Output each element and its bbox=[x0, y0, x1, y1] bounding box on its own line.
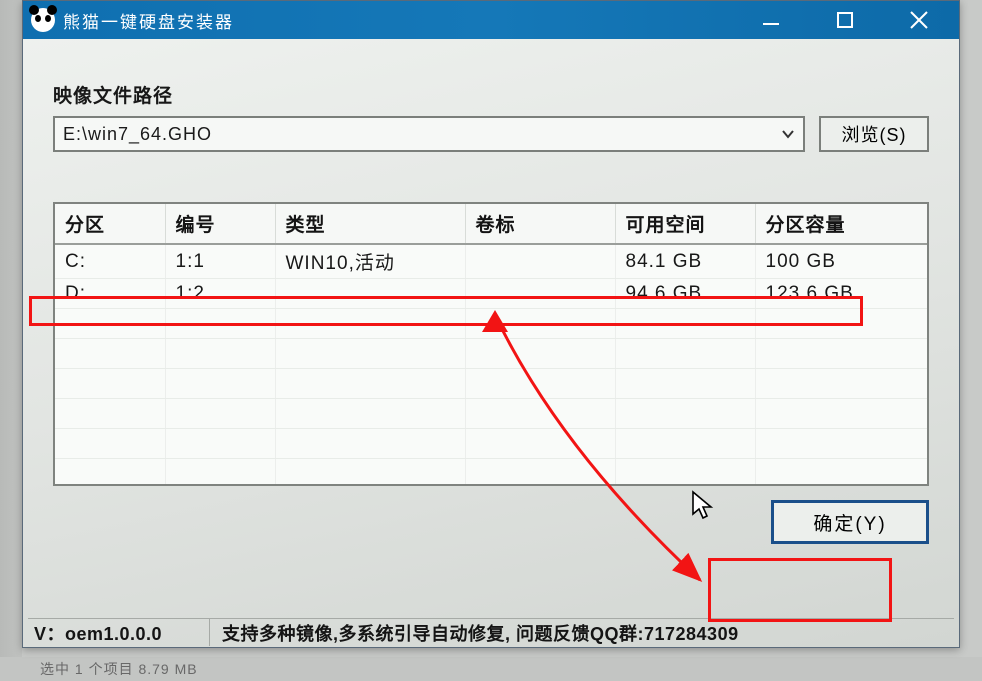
window-body: 映像文件路径 E:\win7_64.GHO 浏览(S) 分区 编号 类型 卷标 bbox=[23, 39, 959, 647]
browse-button[interactable]: 浏览(S) bbox=[819, 116, 929, 152]
cell-type bbox=[275, 279, 465, 309]
panda-icon bbox=[31, 8, 55, 32]
background-statusbar-fragment: 选中 1 个项目 8.79 MB bbox=[0, 657, 982, 681]
chevron-down-icon bbox=[781, 127, 795, 141]
cell-number: 1:2 bbox=[165, 279, 275, 309]
status-version: V：oem1.0.0.0 bbox=[30, 619, 210, 646]
col-volume[interactable]: 卷标 bbox=[465, 204, 615, 244]
statusbar: V：oem1.0.0.0 支持多种镜像,多系统引导自动修复, 问题反馈QQ群:7… bbox=[28, 618, 954, 646]
image-path-dropdown[interactable]: E:\win7_64.GHO bbox=[53, 116, 805, 152]
col-type[interactable]: 类型 bbox=[275, 204, 465, 244]
background-explorer-fragment bbox=[0, 0, 22, 681]
maximize-button[interactable] bbox=[823, 5, 867, 35]
cell-capacity: 123.6 GB bbox=[755, 279, 927, 309]
cell-type: WIN10,活动 bbox=[275, 244, 465, 279]
cell-capacity: 100 GB bbox=[755, 244, 927, 279]
table-row[interactable]: D: 1:2 94.6 GB 123.6 GB bbox=[55, 279, 927, 309]
cell-free: 94.6 GB bbox=[615, 279, 755, 309]
ok-button[interactable]: 确定(Y) bbox=[771, 500, 929, 544]
partition-grid[interactable]: 分区 编号 类型 卷标 可用空间 分区容量 C: 1:1 WIN10,活动 8 bbox=[53, 202, 929, 486]
image-path-value: E:\win7_64.GHO bbox=[63, 124, 212, 145]
window-title: 熊猫一键硬盘安装器 bbox=[63, 8, 749, 33]
minimize-button[interactable] bbox=[749, 5, 793, 35]
cell-free: 84.1 GB bbox=[615, 244, 755, 279]
col-free[interactable]: 可用空间 bbox=[615, 204, 755, 244]
col-capacity[interactable]: 分区容量 bbox=[755, 204, 927, 244]
col-partition[interactable]: 分区 bbox=[55, 204, 165, 244]
installer-window: 熊猫一键硬盘安装器 映像文件路径 E:\win7_64.GHO 浏览(S) bbox=[22, 0, 960, 648]
window-controls bbox=[749, 5, 951, 35]
cell-number: 1:1 bbox=[165, 244, 275, 279]
cell-partition: C: bbox=[55, 244, 165, 279]
cell-partition: D: bbox=[55, 279, 165, 309]
titlebar: 熊猫一键硬盘安装器 bbox=[23, 1, 959, 39]
col-number[interactable]: 编号 bbox=[165, 204, 275, 244]
table-row[interactable]: C: 1:1 WIN10,活动 84.1 GB 100 GB bbox=[55, 244, 927, 279]
close-button[interactable] bbox=[897, 5, 941, 35]
mouse-cursor-icon bbox=[690, 490, 716, 520]
cell-volume bbox=[465, 244, 615, 279]
path-label: 映像文件路径 bbox=[53, 81, 929, 108]
cell-volume bbox=[465, 279, 615, 309]
status-message: 支持多种镜像,多系统引导自动修复, 问题反馈QQ群:717284309 bbox=[210, 620, 952, 646]
